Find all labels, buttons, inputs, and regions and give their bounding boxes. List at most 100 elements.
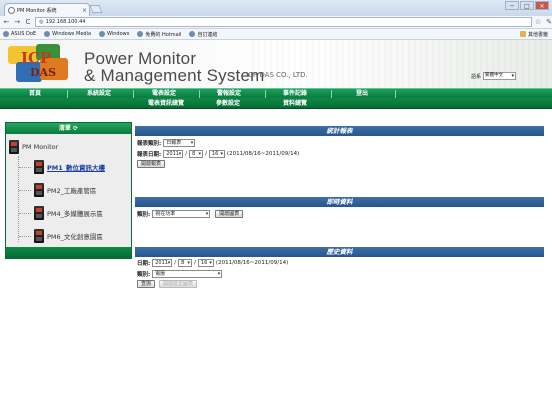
report-date-label: 報表日期: xyxy=(137,152,162,158)
history-type-select[interactable]: 電壓 xyxy=(152,270,223,278)
tab-title: PM Monitor 系統 xyxy=(17,7,57,14)
tree-item-pm6[interactable]: PM6_文化創意園區 xyxy=(19,229,103,243)
menu-separator xyxy=(331,90,332,98)
system-title-line2: & Management System xyxy=(84,66,265,85)
bookmark-item[interactable]: ASUS DoE xyxy=(3,31,36,37)
report-actions: 開啟報表 xyxy=(137,160,166,168)
history-actions: 查詢 開啟歷史圖表 xyxy=(137,280,198,288)
new-tab-button[interactable] xyxy=(89,5,103,13)
window-controls: ─ □ ✕ xyxy=(505,1,549,10)
bookmark-icon xyxy=(189,31,196,37)
bookmark-icon xyxy=(137,31,144,37)
language-label: 語系 xyxy=(471,73,482,80)
history-day-select[interactable]: 16 xyxy=(197,259,214,267)
bookmark-item[interactable]: Windows Media xyxy=(44,31,91,37)
tree-item-label: PM6_文化創意園區 xyxy=(47,233,103,241)
report-panel: 統計報表 xyxy=(135,126,544,136)
history-year-select[interactable]: 2011 xyxy=(152,259,173,267)
browser-tab[interactable]: PM Monitor 系統 × xyxy=(4,3,90,16)
tree-item-pm1[interactable]: PM1_數位資訊大樓 xyxy=(19,160,105,174)
history-date-range: (2011/08/16~2011/09/14) xyxy=(215,260,289,266)
device-sidebar: 清單 ⟳ PM Monitor PM1_數位資訊大樓 PM2_工廠產管區 PM4… xyxy=(5,122,132,259)
page-favicon-icon xyxy=(8,6,15,14)
history-month-select[interactable]: 8 xyxy=(178,259,193,267)
realtime-type-select[interactable]: 視在功率 xyxy=(152,210,211,218)
open-chart-button[interactable]: 開啟圖表 xyxy=(215,210,244,218)
tree-item-pm4[interactable]: PM4_多媒體展示區 xyxy=(19,206,103,220)
menu-separator xyxy=(133,90,134,98)
address-bar[interactable]: ◎ 192.168.100.44 xyxy=(35,17,532,27)
history-date-row: 日期: 2011 / 8 / 16 (2011/08/16~2011/09/14… xyxy=(137,259,288,267)
other-bookmarks-label: 其他書籤 xyxy=(527,31,548,38)
power-meter-icon xyxy=(9,140,19,154)
realtime-title: 即時資料 xyxy=(135,197,544,207)
bookmark-item[interactable]: 免費的 Hotmail xyxy=(137,31,181,38)
logo-text-icp: ICP xyxy=(21,49,52,67)
maximize-button[interactable]: □ xyxy=(520,1,534,10)
tree-item-pm2[interactable]: PM2_工廠產管區 xyxy=(19,183,96,197)
report-type-select[interactable]: 日報表 xyxy=(163,139,196,147)
browser-toolbar: ← → C ◎ 192.168.100.44 ☆ ✎ xyxy=(0,16,552,29)
sidebar-footer xyxy=(6,247,131,258)
address-url: 192.168.100.44 xyxy=(45,19,86,25)
open-report-button[interactable]: 開啟報表 xyxy=(137,160,166,168)
web-page: ICP DAS Power Monitor & Management Syste… xyxy=(0,40,552,419)
other-bookmarks[interactable]: 其他書籤 xyxy=(519,31,548,38)
bookmark-label: Windows xyxy=(107,31,130,37)
tree-item-label: PM4_多媒體展示區 xyxy=(47,210,103,218)
sidebar-header: 清單 ⟳ xyxy=(6,123,131,134)
submenu-parameter-settings[interactable]: 參數設定 xyxy=(206,99,250,109)
report-title: 統計報表 xyxy=(135,126,544,136)
query-button[interactable]: 查詢 xyxy=(137,280,156,288)
history-title: 歷史資料 xyxy=(135,247,544,257)
refresh-icon[interactable]: ⟳ xyxy=(73,125,78,132)
realtime-row: 類別: 視在功率 開啟圖表 xyxy=(137,210,244,218)
bookmarks-bar: ASUS DoE Windows Media Windows 免費的 Hotma… xyxy=(0,29,552,40)
forward-button[interactable]: → xyxy=(13,18,22,27)
sub-menu: 電表資訊總覽 參數設定 資料總覽 xyxy=(0,98,552,109)
report-day-select[interactable]: 16 xyxy=(208,150,225,158)
reload-button[interactable]: C xyxy=(24,18,33,27)
bookmark-label: ASUS DoE xyxy=(11,31,37,37)
back-button[interactable]: ← xyxy=(2,18,11,27)
menu-separator xyxy=(395,90,396,98)
browser-titlebar: PM Monitor 系統 × ─ □ ✕ xyxy=(0,0,552,16)
bookmark-label: 自訂連結 xyxy=(197,31,218,38)
menu-separator xyxy=(265,90,266,98)
menu-separator xyxy=(199,90,200,98)
report-date-row: 報表日期: 2011 / 8 / 16 (2011/08/16~2011/09/… xyxy=(137,150,299,158)
tab-close-icon[interactable]: × xyxy=(82,7,87,14)
submenu-meter-overview[interactable]: 電表資訊總覽 xyxy=(138,99,194,109)
bookmark-item[interactable]: Windows xyxy=(99,31,129,37)
wrench-icon[interactable]: ✎ xyxy=(546,18,552,26)
history-type-label: 類別: xyxy=(137,272,151,278)
tree-root[interactable]: PM Monitor xyxy=(9,140,58,154)
submenu-data-overview[interactable]: 資料總覽 xyxy=(272,99,318,109)
close-window-button[interactable]: ✕ xyxy=(535,1,549,10)
bookmark-item[interactable]: 自訂連結 xyxy=(189,31,217,38)
bookmark-icon xyxy=(3,31,9,37)
menu-separator xyxy=(67,90,68,98)
report-date-range: (2011/08/16~2011/09/14) xyxy=(226,151,300,157)
folder-icon xyxy=(519,31,526,37)
banner-texture xyxy=(252,40,552,88)
realtime-panel: 即時資料 xyxy=(135,197,544,207)
open-history-chart-button[interactable]: 開啟歷史圖表 xyxy=(159,280,198,288)
device-tree: PM Monitor PM1_數位資訊大樓 PM2_工廠產管區 PM4_多媒體展… xyxy=(6,134,131,248)
bookmark-star-icon[interactable]: ☆ xyxy=(535,18,541,26)
report-type-row: 報表類別: 日報表 xyxy=(137,139,196,147)
minimize-button[interactable]: ─ xyxy=(505,1,519,10)
tree-item-label: PM2_工廠產管區 xyxy=(47,187,97,195)
tree-item-label: PM1_數位資訊大樓 xyxy=(47,164,106,172)
report-month-select[interactable]: 8 xyxy=(189,150,204,158)
logo-text-das: DAS xyxy=(30,66,57,79)
report-year-select[interactable]: 2011 xyxy=(163,150,184,158)
report-type-label: 報表類別: xyxy=(137,141,162,147)
bookmark-label: Windows Media xyxy=(52,31,92,37)
header-banner: ICP DAS Power Monitor & Management Syste… xyxy=(0,40,552,88)
history-type-row: 類別: 電壓 xyxy=(137,270,223,278)
language-dropdown[interactable]: 繁體中文 xyxy=(483,72,517,80)
power-meter-icon xyxy=(34,183,44,197)
language-selector: 語系 繁體中文 xyxy=(471,72,517,80)
power-meter-icon xyxy=(34,206,44,220)
